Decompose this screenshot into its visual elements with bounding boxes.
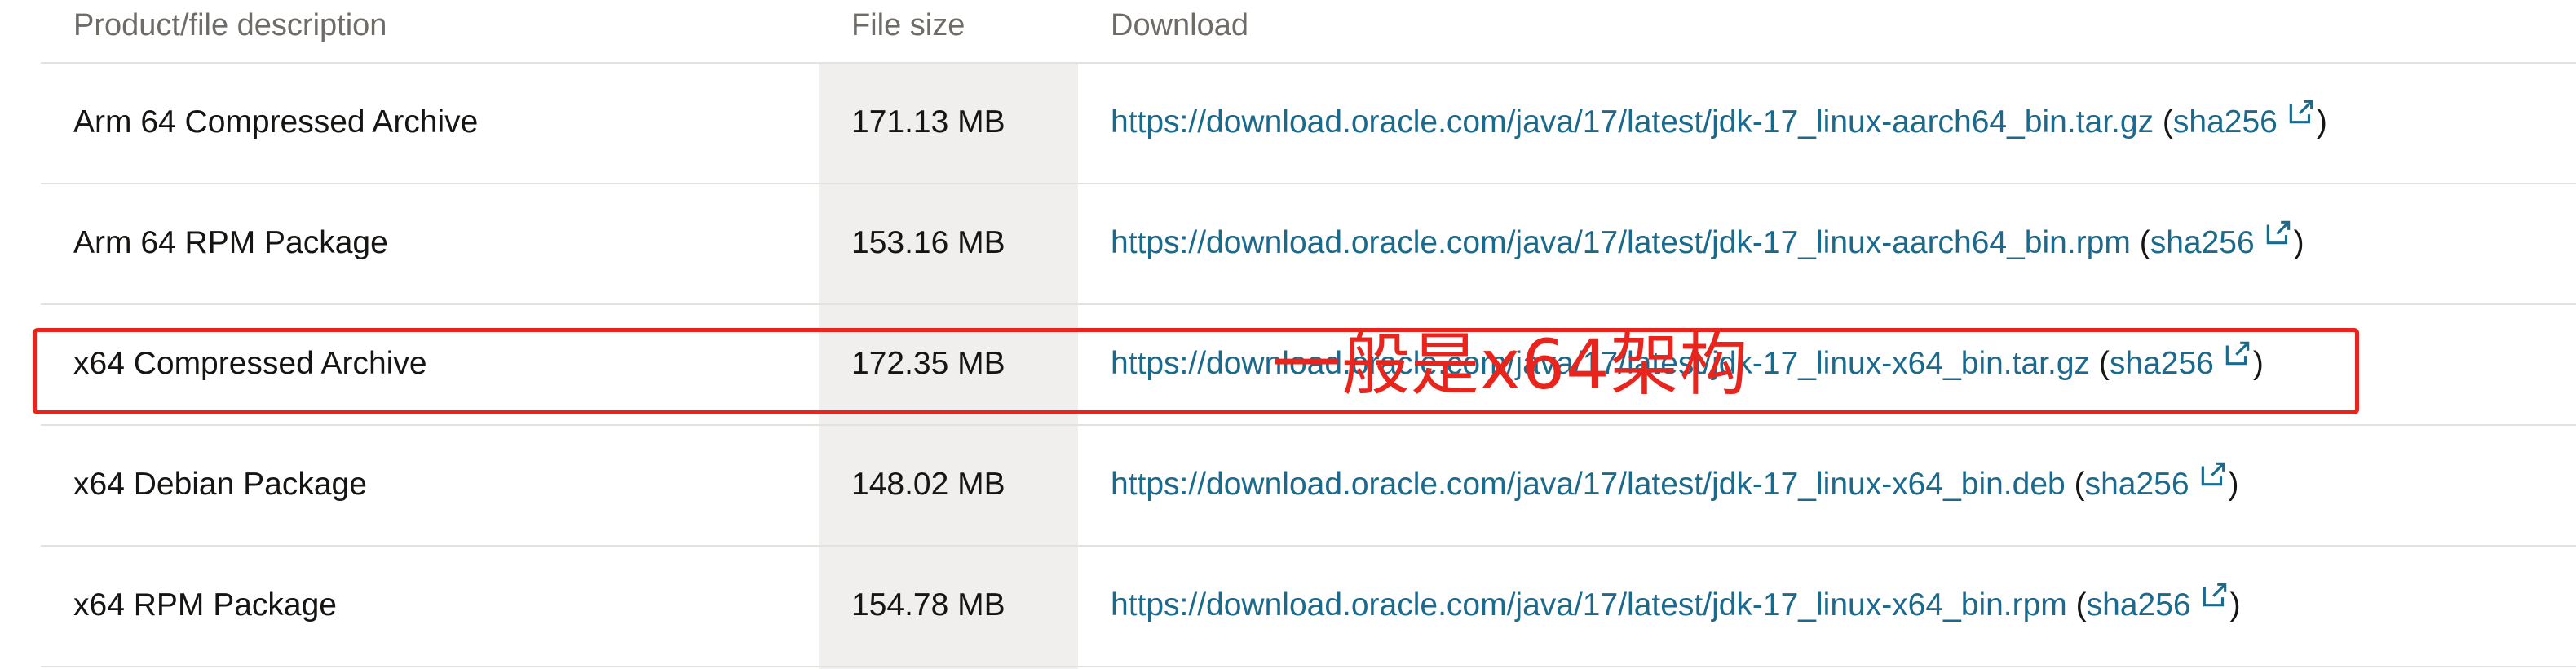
row-file-size: 153.16 MB xyxy=(851,225,1005,260)
row-file-size: 154.78 MB xyxy=(851,587,1005,622)
row-download-cell: https://download.oracle.com/java/17/late… xyxy=(1111,545,2241,666)
header-file-size: File size xyxy=(851,8,965,42)
row-file-size: 172.35 MB xyxy=(851,346,1005,381)
sha256-link[interactable]: sha256 xyxy=(2085,467,2189,502)
external-link-icon[interactable] xyxy=(2263,217,2294,248)
row-download-cell: https://download.oracle.com/java/17/late… xyxy=(1111,62,2327,183)
download-page: Product/file description File size Downl… xyxy=(0,0,2576,669)
row-file-size: 148.02 MB xyxy=(851,467,1005,502)
download-link[interactable]: https://download.oracle.com/java/17/late… xyxy=(1111,104,2154,140)
open-paren: ( xyxy=(2074,467,2085,502)
download-link[interactable]: https://download.oracle.com/java/17/late… xyxy=(1111,467,2066,502)
header-description: Product/file description xyxy=(73,8,387,42)
open-paren: ( xyxy=(2075,587,2087,622)
row-description: x64 Debian Package xyxy=(73,467,367,502)
open-paren: ( xyxy=(2139,225,2150,260)
row-description: x64 Compressed Archive xyxy=(73,346,427,381)
table-row: Arm 64 Compressed Archive 171.13 MB http… xyxy=(41,62,2576,184)
close-paren: ) xyxy=(2229,587,2241,622)
row-download-cell: https://download.oracle.com/java/17/late… xyxy=(1111,424,2239,545)
row-description: Arm 64 Compressed Archive xyxy=(73,104,479,140)
close-paren: ) xyxy=(2316,104,2327,140)
table-row: Arm 64 RPM Package 153.16 MB https://dow… xyxy=(41,183,2576,305)
sha256-link[interactable]: sha256 xyxy=(2150,225,2255,260)
sha256-link[interactable]: sha256 xyxy=(2087,587,2191,622)
table-header: Product/file description File size Downl… xyxy=(41,0,2576,64)
close-paren: ) xyxy=(2252,346,2264,381)
download-link[interactable]: https://download.oracle.com/java/17/late… xyxy=(1111,346,2090,381)
close-paren: ) xyxy=(2228,467,2239,502)
row-description: Arm 64 RPM Package xyxy=(73,225,388,260)
row-file-size: 171.13 MB xyxy=(851,104,1005,140)
row-download-cell: https://download.oracle.com/java/17/late… xyxy=(1111,303,2264,424)
downloads-table: Product/file description File size Downl… xyxy=(41,0,2576,669)
external-link-icon[interactable] xyxy=(2198,459,2229,490)
external-link-icon[interactable] xyxy=(2199,579,2230,610)
row-download-cell: https://download.oracle.com/java/17/late… xyxy=(1111,183,2304,303)
download-link[interactable]: https://download.oracle.com/java/17/late… xyxy=(1111,587,2067,622)
close-paren: ) xyxy=(2293,225,2304,260)
sha256-link[interactable]: sha256 xyxy=(2173,104,2278,140)
table-row: x64 Compressed Archive 172.35 MB https:/… xyxy=(41,303,2576,426)
external-link-icon[interactable] xyxy=(2286,96,2317,127)
external-link-icon[interactable] xyxy=(2222,338,2253,369)
open-paren: ( xyxy=(2098,346,2110,381)
open-paren: ( xyxy=(2162,104,2173,140)
table-row: x64 Debian Package 148.02 MB https://dow… xyxy=(41,424,2576,547)
download-link[interactable]: https://download.oracle.com/java/17/late… xyxy=(1111,225,2131,260)
row-description: x64 RPM Package xyxy=(73,587,337,622)
sha256-link[interactable]: sha256 xyxy=(2110,346,2214,381)
header-download: Download xyxy=(1111,8,1248,42)
table-row: x64 RPM Package 154.78 MB https://downlo… xyxy=(41,545,2576,667)
